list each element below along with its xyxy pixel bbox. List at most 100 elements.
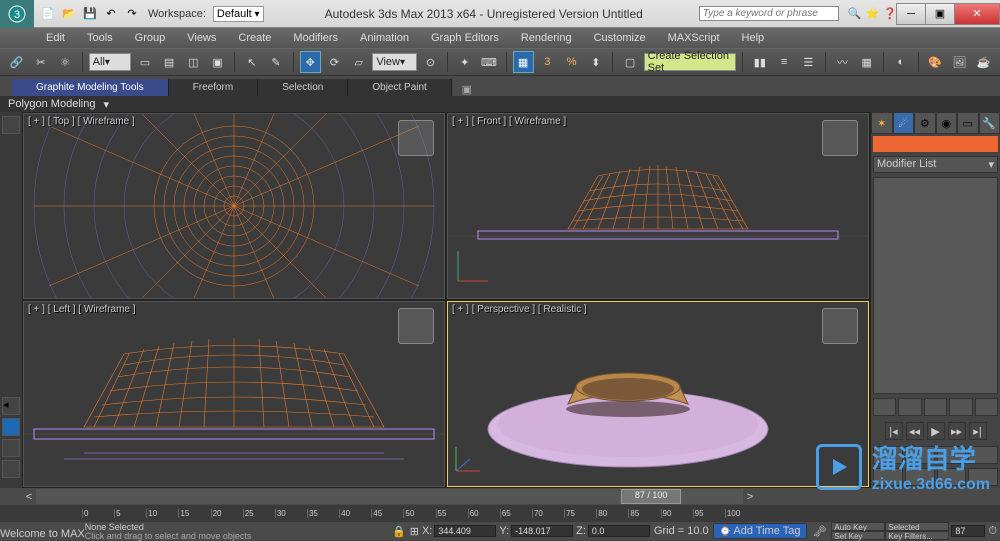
app-icon[interactable]: 3 [0, 0, 34, 28]
viewport-layout2-icon[interactable] [2, 439, 20, 457]
coord-z[interactable]: 0.0 [588, 525, 650, 537]
create-tab-icon[interactable]: ✶ [871, 112, 893, 134]
hierarchy-tab-icon[interactable]: ⚙ [914, 112, 936, 134]
viewport-layout-icon[interactable] [2, 418, 20, 436]
keymode-icon[interactable]: ⌨ [478, 51, 499, 73]
refcoord-dropdown[interactable]: View ▾ [372, 53, 417, 71]
window-crossing-icon[interactable]: ▣ [207, 51, 228, 73]
align-icon[interactable]: ≡ [773, 51, 794, 73]
unlink-icon[interactable]: ✂ [30, 51, 51, 73]
goto-start-icon[interactable]: |◂ [885, 422, 903, 440]
tab-graphite[interactable]: Graphite Modeling Tools [12, 79, 169, 96]
selectname-icon[interactable]: ▤ [159, 51, 180, 73]
utilities-tab-icon[interactable]: 🔧 [979, 112, 1000, 134]
menu-tools[interactable]: Tools [77, 30, 123, 46]
menu-maxscript[interactable]: MAXScript [658, 30, 730, 46]
viewport-top[interactable]: [ + ] [ Top ] [ Wireframe ] [23, 113, 445, 299]
pivot-icon[interactable]: ⊙ [420, 51, 441, 73]
coord-x[interactable]: 344.409 [434, 525, 496, 537]
selected-dropdown[interactable]: Selected [885, 522, 949, 531]
timetag-button[interactable]: ⌚ Add Time Tag [713, 523, 808, 539]
menu-help[interactable]: Help [732, 30, 775, 46]
search-input[interactable] [699, 6, 839, 21]
bind-icon[interactable]: ⚛ [54, 51, 75, 73]
menu-grapheditors[interactable]: Graph Editors [421, 30, 509, 46]
current-frame-input[interactable]: 87 [951, 525, 985, 537]
close-button[interactable]: ✕ [954, 3, 1000, 25]
new-icon[interactable]: 📄 [39, 5, 57, 23]
viewport-perspective[interactable]: [ + ] [ Perspective ] [ Realistic ] [447, 301, 869, 487]
display-tab-icon[interactable]: ▭ [957, 112, 979, 134]
material-editor-icon[interactable]: ◐ [890, 51, 911, 73]
minimize-button[interactable]: ─ [896, 3, 926, 25]
editnamed-icon[interactable]: ▢ [619, 51, 640, 73]
save-icon[interactable]: 💾 [81, 5, 99, 23]
keymode-icon[interactable]: 🗝 [807, 525, 831, 538]
menu-create[interactable]: Create [228, 30, 281, 46]
timeslider-right-icon[interactable]: > [743, 491, 757, 503]
coord-y[interactable]: -148.017 [511, 525, 573, 537]
viewport-label-top[interactable]: [ + ] [ Top ] [ Wireframe ] [28, 116, 135, 127]
workspace-dropdown[interactable]: Default ▾ [213, 6, 264, 22]
timeline-ruler[interactable]: 05 1015 2025 3035 4045 5055 6065 7075 80… [0, 505, 1000, 522]
rotate-icon[interactable]: ⟳ [324, 51, 345, 73]
unique-icon[interactable] [924, 398, 947, 416]
redo-icon[interactable]: ↷ [123, 5, 141, 23]
mirror-icon[interactable]: ▮▮ [749, 51, 770, 73]
menu-views[interactable]: Views [177, 30, 226, 46]
remove-mod-icon[interactable] [949, 398, 972, 416]
viewport-label-front[interactable]: [ + ] [ Front ] [ Wireframe ] [452, 116, 566, 127]
tab-selection[interactable]: Selection [258, 79, 348, 96]
move-icon[interactable]: ✥ [300, 51, 321, 73]
scene-explorer-icon[interactable] [2, 116, 20, 134]
menu-modifiers[interactable]: Modifiers [283, 30, 348, 46]
keyfilters-button[interactable]: Key Filters... [885, 531, 949, 540]
scale-icon[interactable]: ▱ [348, 51, 369, 73]
maxscript-prompt[interactable]: Welcome to MAX [0, 506, 85, 540]
viewcube-front[interactable] [822, 120, 858, 156]
pin-stack-icon[interactable] [873, 398, 896, 416]
spinner-snap-icon[interactable]: ⬍ [585, 51, 606, 73]
tab-freeform[interactable]: Freeform [169, 79, 259, 96]
show-end-icon[interactable] [898, 398, 921, 416]
menu-group[interactable]: Group [125, 30, 176, 46]
time-slider-thumb[interactable]: 87 / 100 [621, 489, 681, 504]
undo-icon[interactable]: ↶ [102, 5, 120, 23]
prev-frame-icon[interactable]: ◂◂ [906, 422, 924, 440]
signin-icon[interactable]: ⭐ [866, 7, 880, 20]
viewport-left[interactable]: [ + ] [ Left ] [ Wireframe ] [23, 301, 445, 487]
viewcube-left[interactable] [398, 308, 434, 344]
time-config-icon[interactable]: ⏱ [985, 525, 1000, 538]
snap-icon[interactable]: ▦ [513, 51, 534, 73]
help-icon[interactable]: ❓ [883, 7, 897, 20]
ribbon-collapse-icon[interactable]: ▣ [452, 83, 482, 96]
search-icon[interactable]: 🔍 [848, 7, 862, 20]
lock-selection-icon[interactable]: 🔒 [388, 525, 410, 538]
goto-end-icon[interactable]: ▸| [969, 422, 987, 440]
nudge-left-icon[interactable]: ◂ [2, 397, 20, 415]
angle-snap-icon[interactable]: 3 [537, 51, 558, 73]
layers-icon[interactable]: ☰ [798, 51, 819, 73]
object-color-swatch[interactable] [873, 136, 998, 152]
maximize-button[interactable]: ▣ [925, 3, 955, 25]
menu-rendering[interactable]: Rendering [511, 30, 582, 46]
viewport-layout3-icon[interactable] [2, 460, 20, 478]
viewport-label-left[interactable]: [ + ] [ Left ] [ Wireframe ] [28, 304, 136, 315]
motion-tab-icon[interactable]: ◉ [936, 112, 958, 134]
selection-filter-dropdown[interactable]: All ▾ [89, 53, 132, 71]
next-frame-icon[interactable]: ▸▸ [948, 422, 966, 440]
menu-edit[interactable]: Edit [36, 30, 75, 46]
ribbon-panel[interactable]: Polygon Modeling ▾ [0, 96, 1000, 112]
modify-tab-icon[interactable]: ☄ [893, 112, 915, 134]
render-icon[interactable]: ☕ [973, 51, 994, 73]
configure-icon[interactable] [975, 398, 998, 416]
play-icon[interactable]: ▶ [927, 422, 945, 440]
viewport-label-persp[interactable]: [ + ] [ Perspective ] [ Realistic ] [452, 304, 587, 315]
named-selectionset-dropdown[interactable]: Create Selection Set [644, 53, 737, 71]
viewcube-top[interactable] [398, 120, 434, 156]
menu-customize[interactable]: Customize [584, 30, 656, 46]
coord-display-icon[interactable]: ⊞ [410, 525, 419, 538]
tab-objectpaint[interactable]: Object Paint [348, 79, 451, 96]
select-object-icon[interactable]: ↖ [241, 51, 262, 73]
setkey-button[interactable]: Set Key [831, 531, 885, 540]
